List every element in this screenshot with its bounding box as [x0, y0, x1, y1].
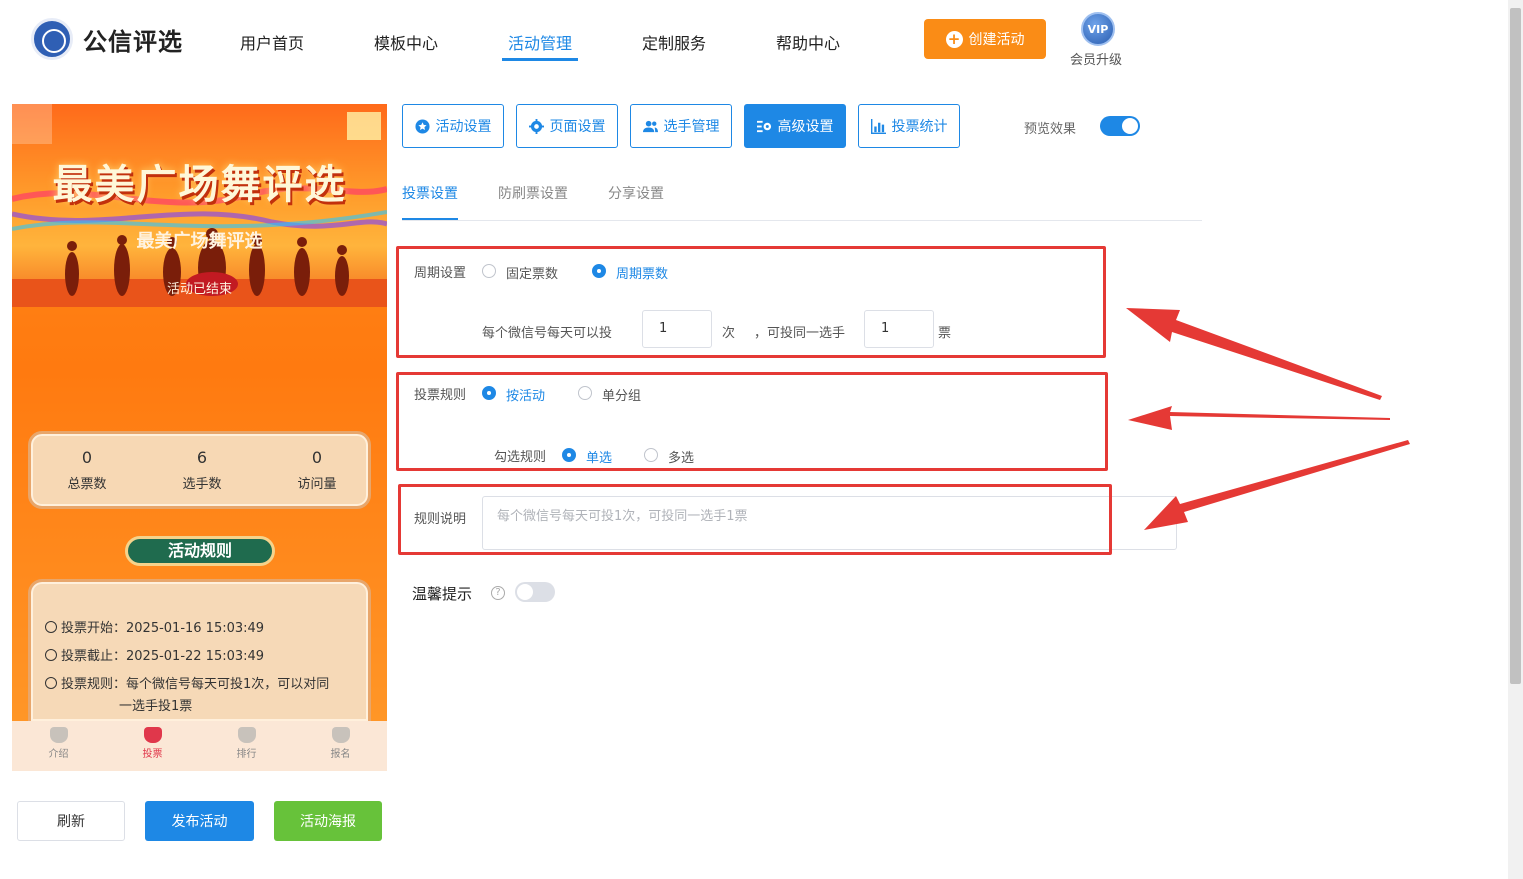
rule-end-text: 投票截止：2025-01-22 15:03:49: [61, 649, 265, 664]
info-icon: [45, 677, 57, 689]
preview-banner: 最美广场舞评选: [12, 104, 387, 307]
tab-intro[interactable]: 介绍: [12, 721, 105, 760]
tool-label: 选手管理: [663, 119, 720, 135]
subtab-active-indicator: [402, 218, 458, 220]
activity-poster-button[interactable]: 活动海报: [274, 801, 382, 841]
nav-active-indicator: [502, 58, 578, 61]
rule-desc-line1: 投票规则：每个微信号每天可投1次，可以对同: [61, 677, 330, 692]
create-activity-button[interactable]: + 创建活动: [924, 19, 1046, 59]
stat-players: 6 选手数: [157, 448, 247, 492]
publish-activity-button[interactable]: 发布活动: [145, 801, 254, 841]
tool-advanced-settings[interactable]: 高级设置: [744, 104, 846, 148]
clock-icon: [45, 649, 57, 661]
bar-chart-icon: [870, 118, 886, 134]
lantern-icon: [237, 727, 256, 743]
stat-label: 总票数: [67, 477, 107, 492]
scrollbar-thumb[interactable]: [1510, 8, 1521, 684]
rule-start-time: 投票开始：2025-01-16 15:03:49: [45, 616, 264, 642]
brand-name[interactable]: 公信评选: [83, 22, 183, 57]
banner-title: 最美广场舞评选: [52, 162, 347, 208]
tab-label: 介绍: [48, 749, 69, 760]
warm-tip-label: 温馨提示: [412, 585, 473, 603]
subtab-anti-fraud[interactable]: 防刷票设置: [498, 183, 568, 203]
nav-activity-management[interactable]: 活动管理: [508, 30, 572, 54]
annotation-box-vote-rule: [396, 372, 1108, 471]
rule-start-text: 投票开始：2025-01-16 15:03:49: [61, 621, 265, 636]
tool-page-settings[interactable]: 页面设置: [516, 104, 618, 148]
brand-logo[interactable]: [31, 18, 73, 60]
preview-effect-toggle[interactable]: [1100, 116, 1140, 136]
preview-tabbar: 介绍 投票 排行 报名: [12, 721, 387, 771]
stat-value: 0: [311, 448, 323, 467]
stat-value: 6: [196, 448, 208, 467]
stat-label: 访问量: [297, 477, 337, 492]
tool-activity-settings[interactable]: 活动设置: [402, 104, 504, 148]
lantern-icon: [331, 727, 350, 743]
tab-label: 报名: [330, 749, 351, 760]
stat-total-votes: 0 总票数: [42, 448, 132, 492]
stat-value: 0: [81, 448, 93, 467]
star-icon: [414, 118, 430, 134]
create-activity-label: 创建活动: [968, 32, 1025, 48]
help-icon[interactable]: ?: [491, 586, 505, 600]
tool-label: 投票统计: [891, 119, 948, 135]
plus-icon: +: [945, 30, 963, 48]
activity-status: 活动已结束: [166, 282, 232, 297]
arrow-to-vote-rule: [1128, 406, 1390, 430]
tool-player-management[interactable]: 选手管理: [630, 104, 732, 148]
tab-label: 投票: [142, 749, 163, 760]
users-icon: [642, 120, 658, 132]
tool-label: 页面设置: [549, 119, 606, 135]
rule-end-time: 投票截止：2025-01-22 15:03:49: [45, 644, 264, 670]
stat-label: 选手数: [182, 477, 222, 492]
vip-icon[interactable]: VIP: [1081, 12, 1115, 46]
warm-tip-toggle[interactable]: [515, 582, 555, 602]
arrow-to-cycle: [1126, 308, 1382, 400]
arrow-to-rule-desc: [1144, 440, 1410, 530]
tab-signup[interactable]: 报名: [294, 721, 387, 760]
tab-vote[interactable]: 投票: [106, 721, 199, 760]
lantern-icon: [49, 727, 68, 743]
lantern-icon: [143, 727, 162, 743]
subtab-divider: [402, 220, 1202, 221]
vip-upgrade-link[interactable]: 会员升级: [1070, 49, 1122, 68]
subtab-share-settings[interactable]: 分享设置: [608, 183, 664, 203]
tab-label: 排行: [236, 749, 257, 760]
stat-visits: 0 访问量: [272, 448, 362, 492]
tool-label: 活动设置: [435, 119, 492, 135]
clock-icon: [45, 621, 57, 633]
rules-badge: 活动规则: [125, 536, 275, 566]
nav-custom-service[interactable]: 定制服务: [642, 30, 706, 54]
refresh-button[interactable]: 刷新: [17, 801, 125, 841]
subtab-vote-settings[interactable]: 投票设置: [402, 183, 458, 203]
nav-help-center[interactable]: 帮助中心: [776, 30, 840, 54]
nav-user-home[interactable]: 用户首页: [240, 30, 304, 54]
preview-effect-label: 预览效果: [1024, 122, 1077, 137]
annotation-box-cycle: [396, 246, 1106, 358]
tool-label: 高级设置: [777, 119, 834, 135]
tool-vote-statistics[interactable]: 投票统计: [858, 104, 960, 148]
sliders-gear-icon: [756, 120, 771, 132]
gear-icon: [528, 118, 544, 134]
annotation-arrows: [1126, 308, 1410, 530]
rules-card: 投票开始：2025-01-16 15:03:49 投票截止：2025-01-22…: [28, 579, 371, 721]
annotation-box-rule-desc: [398, 484, 1112, 555]
nav-template-center[interactable]: 模板中心: [374, 30, 438, 54]
tab-ranking[interactable]: 排行: [200, 721, 293, 760]
stats-panel: 0 总票数 6 选手数 0 访问量: [28, 431, 371, 509]
activity-title: 最美广场舞评选: [136, 231, 263, 252]
rule-desc-line2: 一选手投1票: [119, 699, 193, 714]
